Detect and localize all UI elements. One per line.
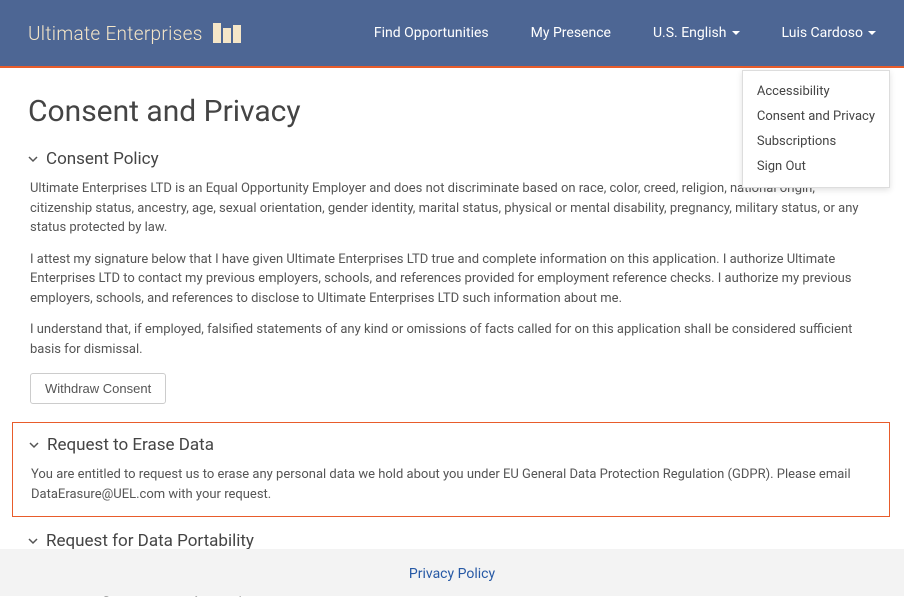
nav-label: Find Opportunities (374, 25, 489, 41)
nav-language-selector[interactable]: U.S. English (653, 25, 740, 41)
chevron-down-icon (28, 154, 38, 164)
caret-down-icon (868, 31, 876, 35)
nav-find-opportunities[interactable]: Find Opportunities (374, 25, 489, 41)
section-toggle-data-portability[interactable]: Request for Data Portability (28, 531, 876, 551)
section-title: Request to Erase Data (47, 435, 214, 455)
privacy-policy-link[interactable]: Privacy Policy (409, 566, 495, 582)
caret-down-icon (732, 31, 740, 35)
nav-my-presence[interactable]: My Presence (531, 25, 611, 41)
buildings-icon (213, 23, 241, 43)
nav-label: My Presence (531, 25, 611, 41)
dropdown-item-subscriptions[interactable]: Subscriptions (743, 129, 889, 154)
nav: Find Opportunities My Presence U.S. Engl… (374, 25, 876, 41)
dropdown-item-sign-out[interactable]: Sign Out (743, 154, 889, 179)
section-body: Ultimate Enterprises LTD is an Equal Opp… (28, 179, 876, 404)
section-title: Request for Data Portability (46, 531, 254, 551)
dropdown-item-accessibility[interactable]: Accessibility (743, 79, 889, 104)
withdraw-consent-button[interactable]: Withdraw Consent (30, 373, 166, 404)
dropdown-item-consent-privacy[interactable]: Consent and Privacy (743, 104, 889, 129)
header: Ultimate Enterprises Find Opportunities … (0, 0, 904, 68)
section-toggle-erase-data[interactable]: Request to Erase Data (29, 435, 875, 455)
nav-user-menu[interactable]: Luis Cardoso (782, 25, 877, 41)
user-dropdown: Accessibility Consent and Privacy Subscr… (742, 70, 890, 188)
chevron-down-icon (28, 536, 38, 546)
section-erase-data: Request to Erase Data You are entitled t… (12, 422, 890, 517)
brand-name: Ultimate Enterprises (28, 22, 203, 45)
section-body: You are entitled to request us to erase … (29, 465, 875, 504)
paragraph: I attest my signature below that I have … (30, 250, 876, 309)
footer: Privacy Policy (0, 549, 904, 596)
section-title: Consent Policy (46, 149, 159, 169)
paragraph: You are entitled to request us to erase … (31, 465, 875, 504)
brand[interactable]: Ultimate Enterprises (28, 22, 241, 45)
chevron-down-icon (29, 440, 39, 450)
nav-label: Luis Cardoso (782, 25, 864, 41)
paragraph: I understand that, if employed, falsifie… (30, 320, 876, 359)
nav-label: U.S. English (653, 25, 727, 41)
